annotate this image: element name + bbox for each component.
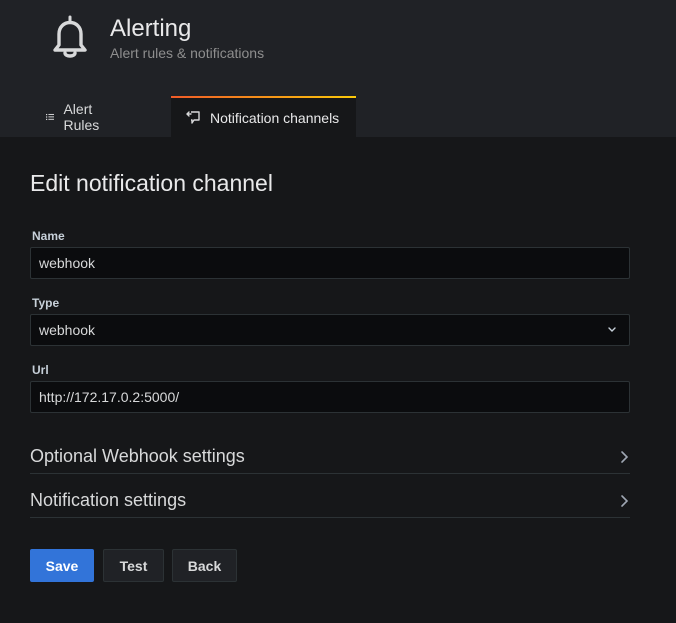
back-button[interactable]: Back — [172, 549, 237, 582]
tab-label: Alert Rules — [63, 100, 100, 133]
name-input[interactable] — [30, 247, 630, 279]
name-label: Name — [32, 229, 65, 243]
url-input[interactable] — [30, 381, 630, 413]
chevron-down-icon — [608, 327, 616, 332]
type-label: Type — [32, 296, 60, 310]
form-title: Edit notification channel — [30, 170, 273, 196]
section-title: Notification settings — [30, 490, 187, 510]
chevron-right-icon — [621, 450, 629, 463]
type-select[interactable]: webhook — [30, 314, 630, 346]
notification-settings-toggle[interactable]: Notification settings — [30, 484, 630, 518]
comment-alt-share-icon — [186, 111, 200, 124]
save-button[interactable]: Save — [30, 549, 94, 582]
section-title: Optional Webhook settings — [30, 446, 245, 466]
type-select-value: webhook — [39, 322, 96, 338]
page-subtitle: Alert rules & notifications — [110, 45, 265, 61]
test-button[interactable]: Test — [103, 549, 164, 582]
url-label: Url — [32, 363, 49, 377]
tab-notification-channels[interactable]: Notification channels — [171, 96, 356, 137]
optional-webhook-settings-toggle[interactable]: Optional Webhook settings — [30, 440, 630, 474]
tab-alert-rules[interactable]: Alert Rules — [46, 96, 105, 137]
page-title: Alerting — [110, 15, 192, 42]
list-icon — [46, 113, 55, 120]
bell-icon — [53, 15, 87, 58]
chevron-right-icon — [621, 494, 629, 507]
tab-label: Notification channels — [210, 109, 340, 126]
page-header: Alerting Alert rules & notifications Ale… — [0, 0, 676, 137]
